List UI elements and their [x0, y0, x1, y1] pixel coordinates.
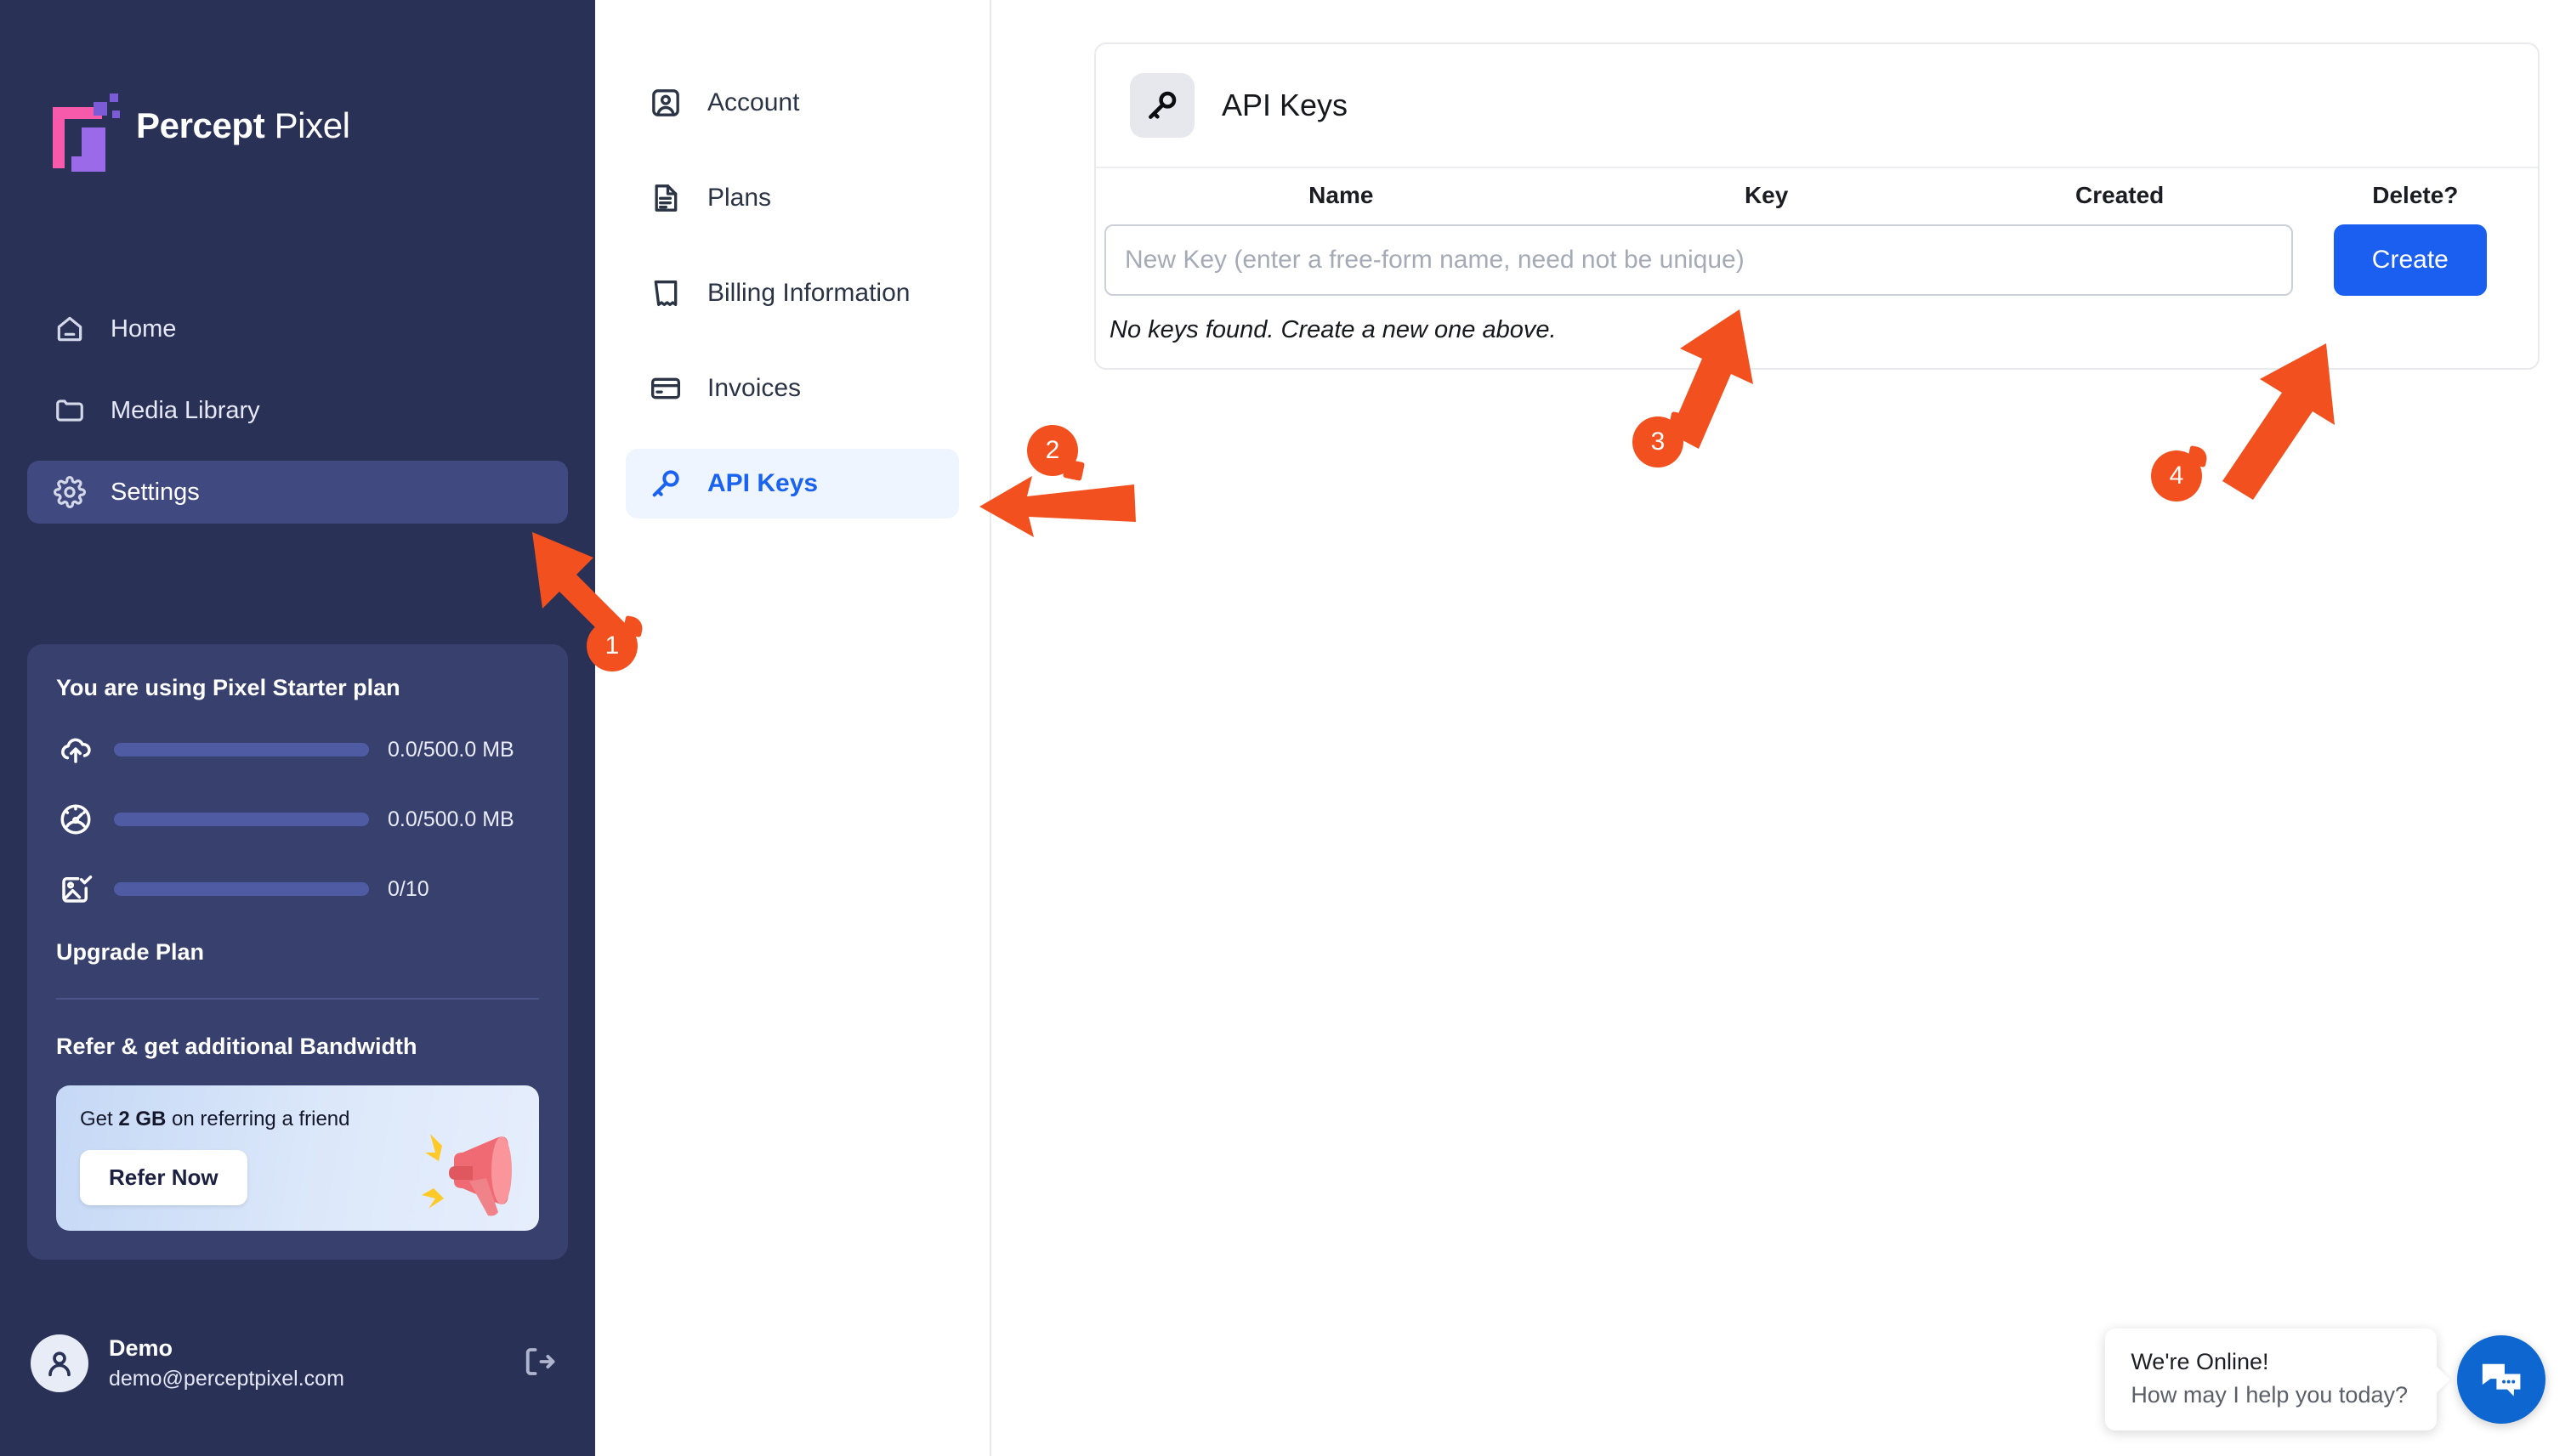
brand-name: Percept Pixel	[136, 105, 350, 146]
user-meta: Demo demo@perceptpixel.com	[109, 1335, 344, 1391]
new-key-input[interactable]	[1104, 224, 2293, 296]
document-icon	[648, 180, 684, 216]
refer-heading: Refer & get additional Bandwidth	[56, 1034, 417, 1059]
usage-row-storage: 0.0/500.0 MB	[56, 730, 539, 769]
create-key-cell: Create	[2293, 224, 2538, 296]
chat-status-text: We're Online!	[2131, 1349, 2269, 1374]
key-icon	[1130, 73, 1195, 138]
subnav-item-api-keys[interactable]: API Keys	[626, 449, 959, 518]
chat-prompt-text: How may I help you today?	[2131, 1382, 2408, 1408]
percept-pixel-logo-icon	[53, 93, 120, 172]
sidebar-item-home[interactable]: Home	[27, 297, 568, 360]
logout-icon[interactable]	[520, 1344, 556, 1384]
sidebar-item-label: Home	[111, 314, 177, 343]
subnav-item-label: Account	[707, 88, 800, 116]
refer-promo-card: Get 2 GB on referring a friend Refer Now	[56, 1085, 539, 1231]
column-header-created: Created	[2075, 182, 2165, 208]
api-keys-table: Name Key Created Delete? Create	[1096, 168, 2538, 296]
subnav-item-label: Invoices	[707, 374, 802, 402]
subnav-item-label: Billing Information	[707, 279, 911, 307]
upgrade-plan-link[interactable]: Upgrade Plan	[56, 939, 539, 966]
primary-sidebar: Percept Pixel Home Media Library Setting…	[0, 0, 595, 1456]
brand-logo[interactable]: Percept Pixel	[0, 0, 595, 172]
sidebar-item-settings[interactable]: Settings	[27, 461, 568, 524]
divider	[56, 998, 539, 1000]
receipt-icon	[648, 275, 684, 311]
home-icon	[53, 312, 87, 346]
key-icon	[648, 466, 684, 501]
gear-icon	[53, 475, 87, 509]
subnav-item-account[interactable]: Account	[626, 68, 959, 138]
sidebar-item-media-library[interactable]: Media Library	[27, 379, 568, 442]
user-footer: Demo demo@perceptpixel.com	[0, 1312, 595, 1456]
usage-row-images: 0/10	[56, 870, 539, 909]
folder-icon	[53, 394, 87, 428]
chat-launcher-button[interactable]	[2457, 1335, 2545, 1424]
refer-text-post: on referring a friend	[166, 1108, 350, 1130]
table-header: Name Key Created Delete?	[1096, 168, 2538, 224]
table-body: Create	[1096, 224, 2538, 296]
megaphone-icon	[422, 1134, 512, 1216]
refer-text-amount: 2 GB	[118, 1108, 167, 1130]
cloud-upload-icon	[56, 730, 95, 769]
usage-progress-bar	[114, 882, 369, 896]
usage-row-bandwidth: 0.0/500.0 MB	[56, 800, 539, 839]
settings-subnav: Account Plans Billing Information Invoic…	[595, 0, 991, 1456]
image-check-icon	[56, 870, 95, 909]
chat-greeting-bubble[interactable]: We're Online! How may I help you today?	[2105, 1329, 2437, 1431]
usage-label: 0.0/500.0 MB	[388, 737, 514, 762]
user-name: Demo	[109, 1335, 173, 1361]
app-root: Percept Pixel Home Media Library Setting…	[0, 0, 2571, 1456]
empty-state-message: No keys found. Create a new one above.	[1110, 316, 1557, 343]
create-key-button[interactable]: Create	[2333, 224, 2487, 296]
sidebar-item-label: Settings	[111, 478, 200, 506]
user-card-icon	[648, 85, 684, 121]
table-header-row: Name Key Created Delete?	[1096, 168, 2538, 224]
column-header-key: Key	[1744, 182, 1789, 208]
panel-header: API Keys	[1096, 44, 2538, 168]
new-key-row: Create	[1096, 224, 2538, 296]
subnav-item-label: Plans	[707, 184, 772, 212]
user-avatar-icon	[31, 1334, 88, 1392]
sidebar-nav: Home Media Library Settings	[0, 297, 595, 542]
plan-title: You are using Pixel Starter plan	[56, 675, 400, 700]
subnav-item-label: API Keys	[707, 469, 819, 497]
plan-usage-card: You are using Pixel Starter plan 0.0/500…	[27, 644, 568, 1260]
credit-card-icon	[648, 371, 684, 406]
usage-progress-bar	[114, 743, 369, 756]
user-email: demo@perceptpixel.com	[109, 1367, 344, 1391]
column-header-name: Name	[1308, 182, 1374, 208]
subnav-item-plans[interactable]: Plans	[626, 163, 959, 233]
speedometer-icon	[56, 800, 95, 839]
usage-label: 0/10	[388, 876, 429, 901]
column-header-delete: Delete?	[2372, 182, 2459, 208]
subnav-item-billing-information[interactable]: Billing Information	[626, 258, 959, 328]
usage-progress-bar	[114, 813, 369, 826]
chat-bubbles-icon	[2482, 1363, 2521, 1397]
api-keys-panel: API Keys Name Key Created Delete? New Ke…	[1094, 42, 2540, 370]
sidebar-item-label: Media Library	[111, 396, 260, 424]
brand-name-bold: Percept	[136, 105, 265, 145]
refer-now-button[interactable]: Refer Now	[80, 1150, 247, 1205]
brand-name-light: Pixel	[274, 105, 350, 145]
page-title: API Keys	[1222, 88, 1348, 122]
main-content: API Keys Name Key Created Delete? New Ke…	[991, 0, 2571, 1456]
new-key-input-cell	[1096, 224, 2293, 296]
usage-label: 0.0/500.0 MB	[388, 807, 514, 831]
refer-text-pre: Get	[80, 1108, 119, 1130]
subnav-item-invoices[interactable]: Invoices	[626, 354, 959, 423]
chat-widget: We're Online! How may I help you today?	[2105, 1329, 2545, 1431]
